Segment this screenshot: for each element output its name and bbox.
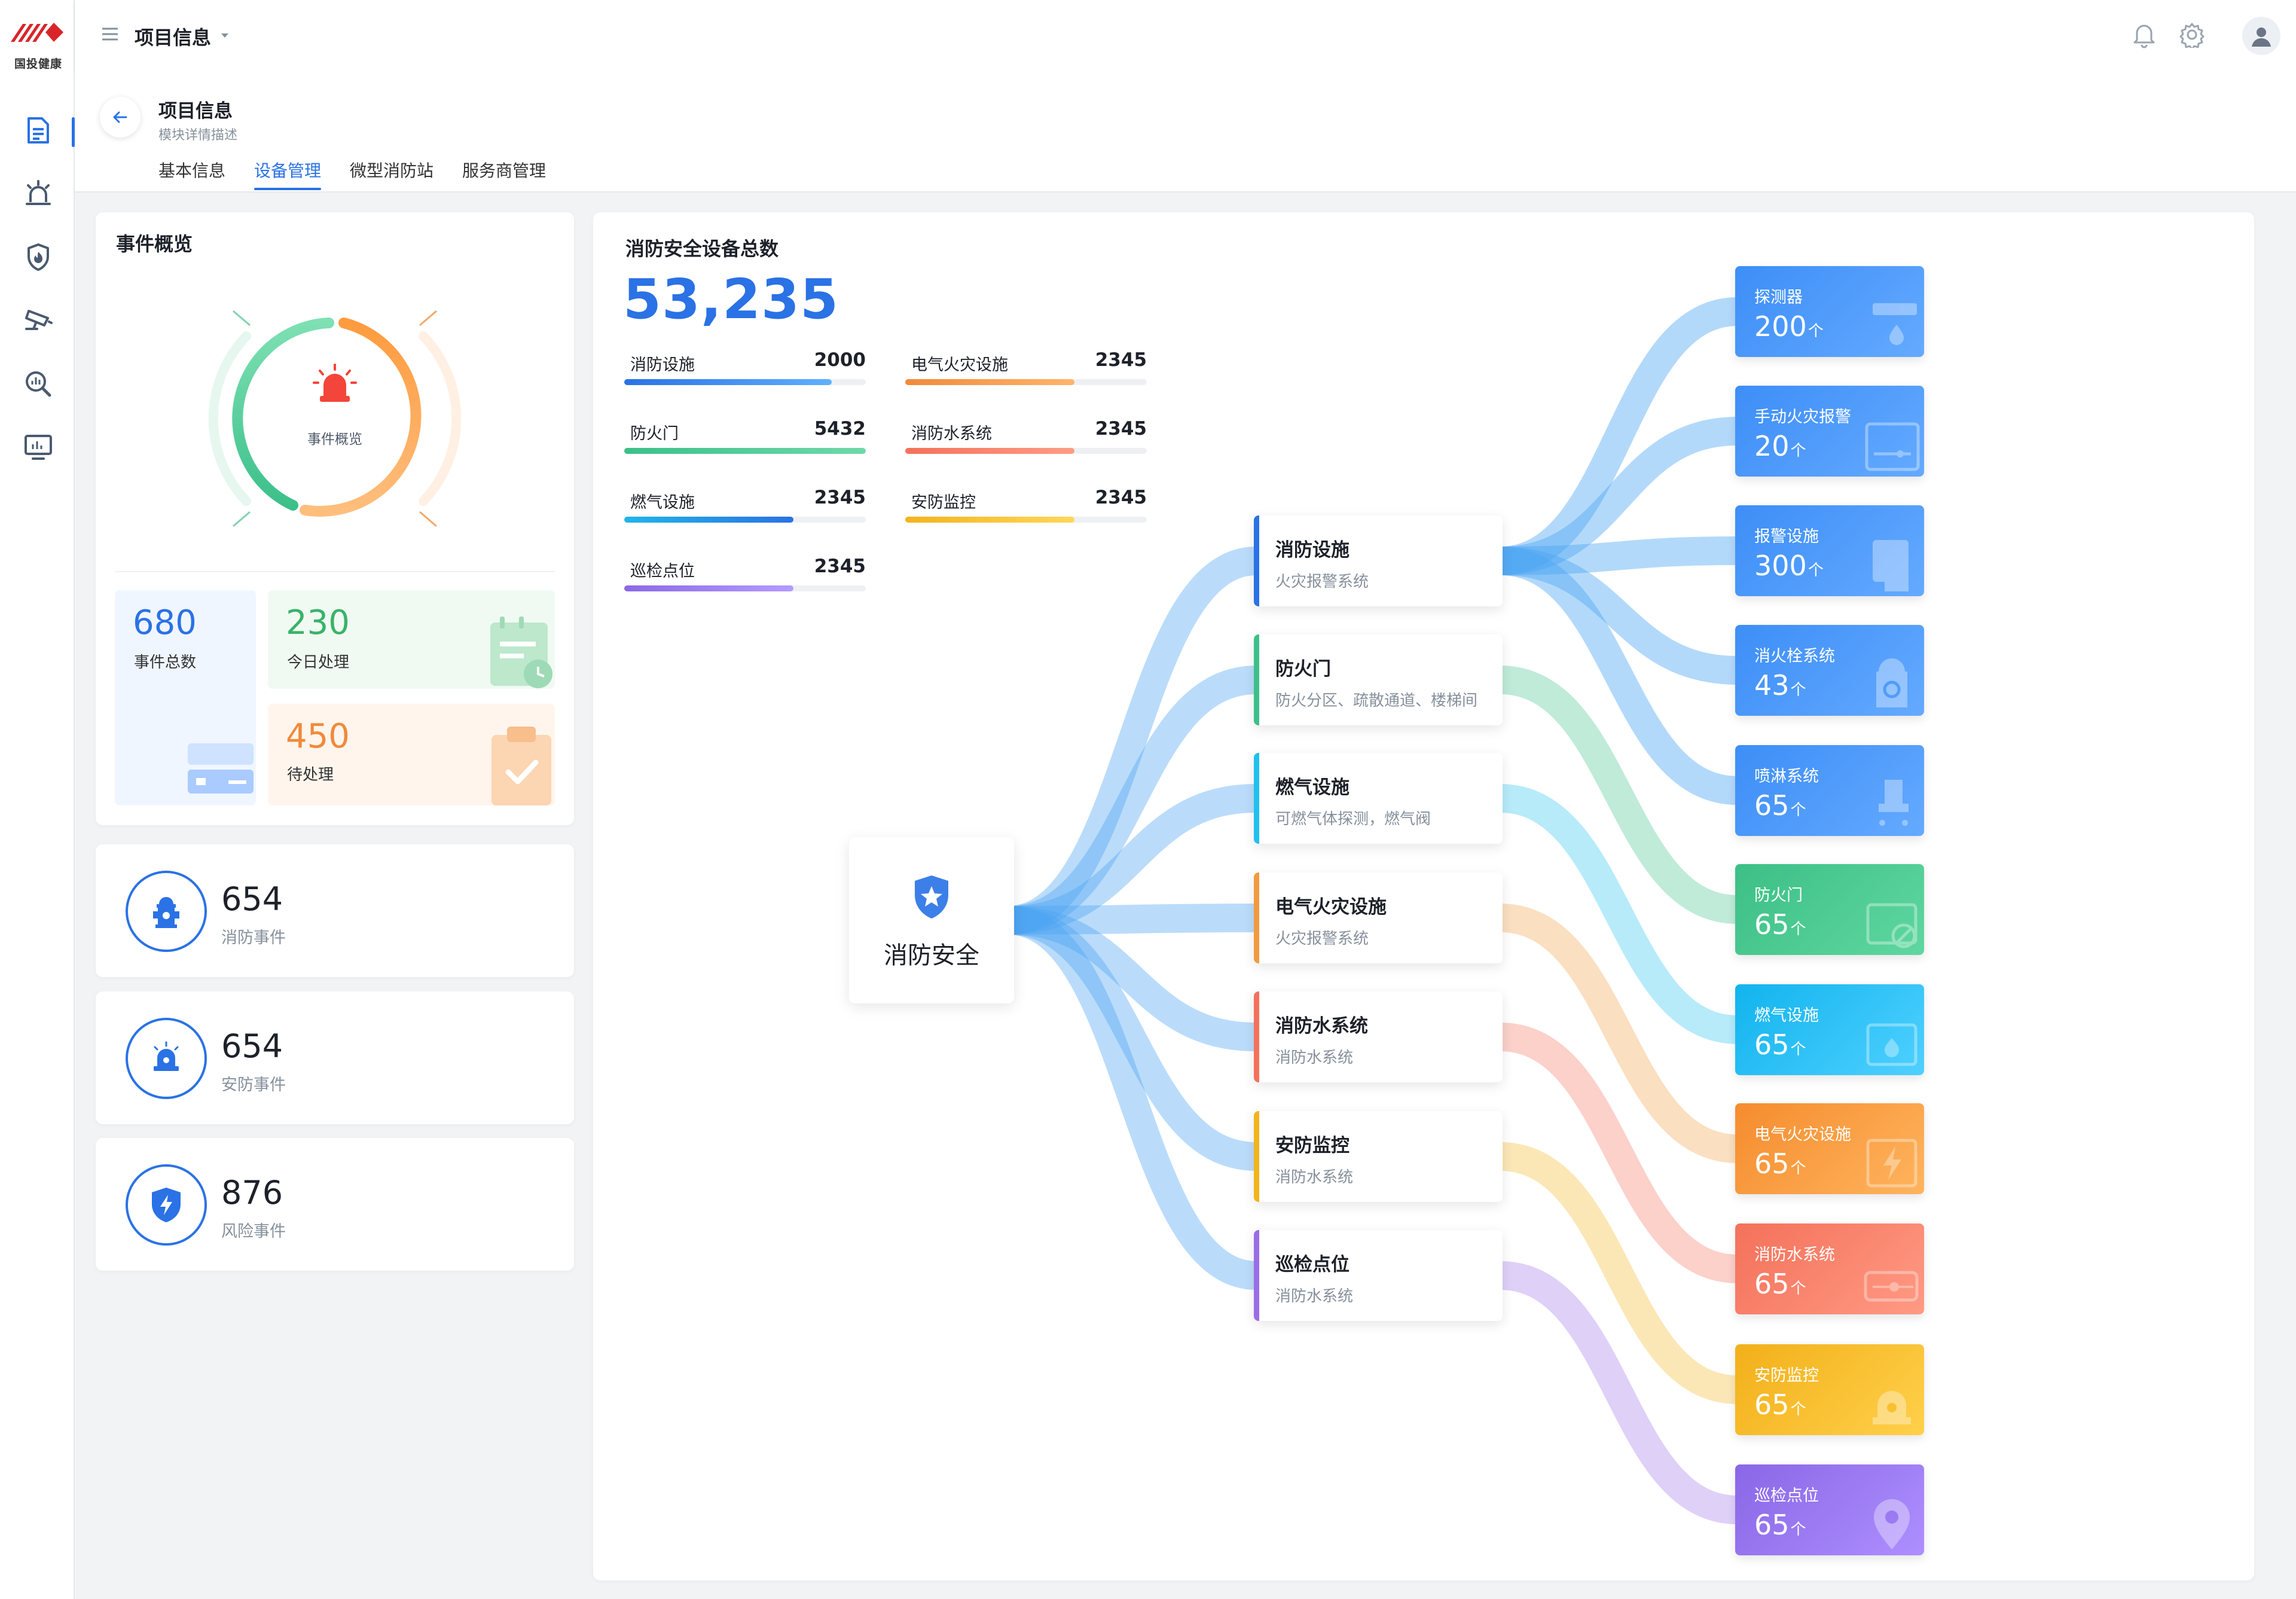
device-leaf-name: 探测器	[1754, 288, 1803, 307]
category-name: 电气火灾设施	[1275, 896, 1387, 918]
category-name: 防火门	[1275, 658, 1331, 680]
category-name: 消防水系统	[1275, 1015, 1368, 1037]
device-leaf-name: 消防水系统	[1754, 1246, 1835, 1264]
device-leaf-card[interactable]: 消火栓系统 43个	[1735, 625, 1924, 716]
device-leaf-count: 65个	[1754, 1268, 1806, 1300]
device-leaf-card[interactable]: 巡检点位 65个	[1735, 1464, 1924, 1555]
category-color-bar	[1254, 1230, 1259, 1321]
category-color-bar	[1254, 991, 1259, 1082]
category-name: 燃气设施	[1275, 777, 1349, 798]
category-color-bar	[1254, 515, 1259, 606]
category-node[interactable]: 消防水系统 消防水系统	[1254, 991, 1503, 1082]
category-color-bar	[1254, 634, 1259, 725]
device-leaf-name: 报警设施	[1754, 527, 1819, 546]
category-desc: 可燃气体探测，燃气阀	[1275, 810, 1431, 828]
category-desc: 火灾报警系统	[1275, 573, 1369, 591]
device-leaf-count: 200个	[1754, 310, 1824, 343]
device-leaf-name: 消火栓系统	[1754, 647, 1835, 666]
category-desc: 防火分区、疏散通道、楼梯间	[1275, 692, 1478, 710]
device-leaf-count: 20个	[1754, 430, 1806, 462]
category-node[interactable]: 安防监控 消防水系统	[1254, 1111, 1503, 1202]
device-leaf-count: 65个	[1754, 908, 1806, 941]
sprinkler-icon	[1879, 780, 1909, 826]
category-name: 消防设施	[1275, 539, 1349, 561]
manual-alarm-icon	[1865, 422, 1920, 471]
water-pipe-icon	[1864, 1271, 1919, 1302]
root-node-fire-safety[interactable]: 消防安全	[849, 837, 1014, 1003]
shield-star-icon	[915, 875, 948, 918]
lightning-icon	[1866, 1139, 1918, 1188]
device-leaf-count: 65个	[1754, 1148, 1806, 1180]
category-name: 安防监控	[1275, 1135, 1349, 1156]
device-leaf-card[interactable]: 安防监控 65个	[1735, 1344, 1924, 1435]
device-leaf-name: 喷淋系统	[1754, 767, 1819, 786]
device-leaf-name: 巡检点位	[1754, 1487, 1819, 1505]
device-flow-diagram	[1007, 297, 1739, 1524]
fire-door-icon	[1866, 903, 1918, 948]
category-color-bar	[1254, 872, 1259, 963]
device-leaf-name: 电气火灾设施	[1754, 1125, 1851, 1144]
root-node-label: 消防安全	[884, 942, 979, 969]
device-leaf-name: 安防监控	[1754, 1366, 1819, 1385]
device-leaf-count: 300个	[1754, 550, 1824, 582]
alarm-device-icon	[1873, 540, 1909, 591]
category-desc: 消防水系统	[1275, 1168, 1354, 1186]
device-leaf-count: 65个	[1754, 1389, 1806, 1421]
hydrant-icon	[1876, 658, 1907, 707]
device-leaf-count: 43个	[1754, 669, 1806, 701]
device-leaf-card[interactable]: 喷淋系统 65个	[1735, 745, 1924, 836]
device-leaf-card[interactable]: 燃气设施 65个	[1735, 984, 1924, 1075]
category-name: 巡检点位	[1275, 1254, 1349, 1275]
device-leaf-count: 65个	[1754, 1029, 1806, 1061]
device-leaf-card[interactable]: 电气火灾设施 65个	[1735, 1103, 1924, 1194]
device-leaf-card[interactable]: 手动火灾报警 20个	[1735, 386, 1924, 477]
category-color-bar	[1254, 1111, 1259, 1202]
device-leaf-card[interactable]: 报警设施 300个	[1735, 505, 1924, 596]
device-leaf-name: 手动火灾报警	[1754, 408, 1851, 426]
category-node[interactable]: 电气火灾设施 火灾报警系统	[1254, 872, 1503, 963]
category-node[interactable]: 巡检点位 消防水系统	[1254, 1230, 1503, 1321]
device-leaf-card[interactable]: 防火门 65个	[1735, 864, 1924, 955]
category-desc: 消防水系统	[1275, 1287, 1354, 1305]
location-pin-icon	[1874, 1499, 1910, 1549]
device-leaf-name: 燃气设施	[1754, 1006, 1819, 1025]
device-leaf-card[interactable]: 消防水系统 65个	[1735, 1223, 1924, 1314]
device-leaf-name: 防火门	[1754, 886, 1803, 905]
device-leaf-card[interactable]: 探测器 200个	[1735, 266, 1924, 357]
category-node[interactable]: 燃气设施 可燃气体探测，燃气阀	[1254, 753, 1503, 844]
camera-siren-icon	[1873, 1391, 1911, 1424]
category-color-bar	[1254, 753, 1259, 844]
device-leaf-count: 65个	[1754, 1509, 1806, 1541]
gas-flame-icon	[1866, 1023, 1918, 1066]
category-node[interactable]: 消防设施 火灾报警系统	[1254, 515, 1503, 606]
category-node[interactable]: 防火门 防火分区、疏散通道、楼梯间	[1254, 634, 1503, 725]
category-desc: 消防水系统	[1275, 1049, 1354, 1067]
device-leaf-count: 65个	[1754, 789, 1806, 822]
category-desc: 火灾报警系统	[1275, 930, 1369, 948]
detector-icon	[1873, 303, 1917, 345]
